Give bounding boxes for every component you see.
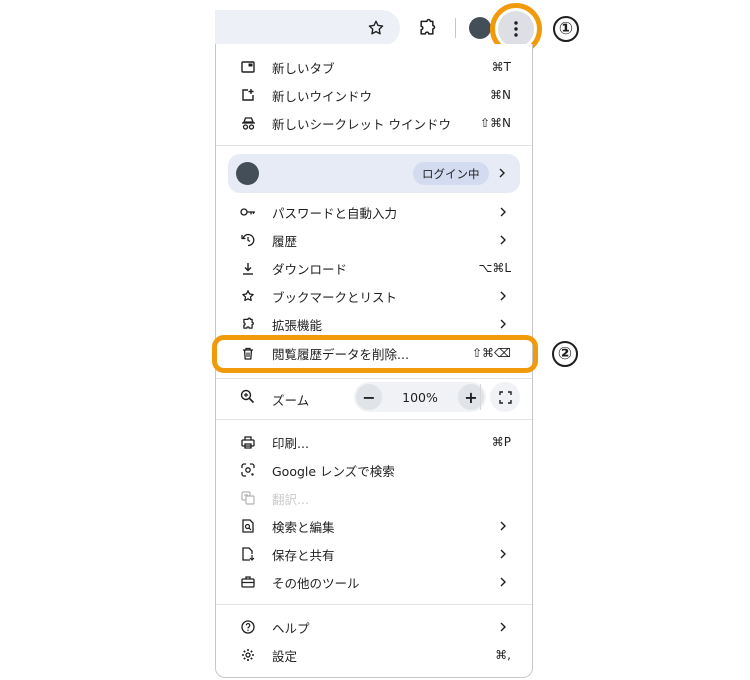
- help-icon: [240, 619, 256, 635]
- translate-label: 翻訳...: [272, 491, 309, 507]
- chevron-right-icon: [499, 235, 509, 245]
- chevron-right-icon: [499, 291, 509, 301]
- menu-item-bookmarks[interactable]: ブックマークとリスト: [215, 282, 533, 310]
- new-window-label: 新しいウインドウ: [272, 88, 373, 104]
- new-window-icon: [240, 87, 256, 103]
- zoom-row: ズーム − 100% +: [215, 380, 533, 414]
- lens-label: Google レンズで検索: [272, 463, 395, 479]
- menu-item-google-lens[interactable]: Google レンズで検索: [215, 456, 533, 484]
- zoom-icon: [240, 389, 256, 405]
- new-window-shortcut: ⌘N: [490, 88, 511, 102]
- chevron-right-icon: [499, 319, 509, 329]
- save-share-icon: [240, 546, 256, 562]
- menu-item-settings[interactable]: 設定 ⌘,: [215, 641, 533, 669]
- download-icon: [240, 260, 256, 276]
- profile-row[interactable]: ログイン中: [228, 154, 520, 193]
- history-icon: [240, 232, 256, 248]
- save-share-label: 保存と共有: [272, 547, 335, 563]
- incognito-icon: [240, 115, 256, 131]
- menu-divider: [216, 604, 532, 605]
- new-tab-shortcut: ⌘T: [491, 60, 511, 74]
- fullscreen-button[interactable]: [490, 382, 520, 412]
- history-label: 履歴: [272, 233, 298, 249]
- toolbox-icon: [240, 574, 256, 590]
- menu-item-extensions[interactable]: 拡張機能: [215, 310, 533, 338]
- menu-divider: [216, 419, 532, 420]
- incognito-label: 新しいシークレット ウインドウ: [272, 116, 451, 132]
- lens-icon: [240, 462, 256, 478]
- callout-highlight-2: [212, 335, 538, 373]
- help-label: ヘルプ: [272, 620, 310, 636]
- menu-item-incognito[interactable]: 新しいシークレット ウインドウ ⇧⌘N: [215, 109, 533, 137]
- print-label: 印刷...: [272, 435, 309, 451]
- bookmark-star-icon[interactable]: [366, 18, 386, 38]
- star-icon: [240, 288, 256, 304]
- chevron-right-icon: [499, 622, 509, 632]
- fullscreen-icon: [498, 390, 512, 404]
- extensions-icon[interactable]: [416, 17, 438, 39]
- bookmarks-label: ブックマークとリスト: [272, 289, 398, 305]
- settings-shortcut: ⌘,: [495, 648, 511, 662]
- callout-number-2: ②: [552, 341, 578, 367]
- new-tab-label: 新しいタブ: [272, 60, 335, 76]
- downloads-shortcut: ⌥⌘L: [478, 261, 511, 275]
- menu-item-help[interactable]: ヘルプ: [215, 613, 533, 641]
- more-tools-label: その他のツール: [272, 575, 360, 591]
- find-edit-label: 検索と編集: [272, 519, 335, 535]
- incognito-shortcut: ⇧⌘N: [479, 116, 511, 130]
- menu-item-more-tools[interactable]: その他のツール: [215, 568, 533, 596]
- key-icon: [240, 204, 256, 220]
- downloads-label: ダウンロード: [272, 261, 348, 277]
- zoom-divider: [480, 384, 481, 410]
- menu-item-print[interactable]: 印刷... ⌘P: [215, 428, 533, 456]
- settings-label: 設定: [272, 648, 298, 664]
- callout-number-1: ①: [553, 16, 579, 42]
- passwords-label: パスワードと自動入力: [272, 205, 398, 221]
- menu-item-history[interactable]: 履歴: [215, 226, 533, 254]
- chevron-right-icon: [499, 577, 509, 587]
- chevron-right-icon: [499, 549, 509, 559]
- menu-item-passwords[interactable]: パスワードと自動入力: [215, 198, 533, 226]
- profile-avatar[interactable]: [469, 17, 491, 39]
- new-tab-icon: [240, 59, 256, 75]
- menu-item-save-share[interactable]: 保存と共有: [215, 540, 533, 568]
- chevron-right-icon: [499, 521, 509, 531]
- translate-icon: [240, 490, 256, 506]
- menu-item-new-window[interactable]: 新しいウインドウ ⌘N: [215, 81, 533, 109]
- chevron-right-icon: [498, 168, 508, 178]
- menu-item-translate: 翻訳...: [215, 484, 533, 512]
- find-in-page-icon: [240, 518, 256, 534]
- extensions-label: 拡張機能: [272, 317, 323, 333]
- profile-avatar-large: [236, 162, 259, 185]
- menu-item-find-edit[interactable]: 検索と編集: [215, 512, 533, 540]
- menu-divider: [216, 145, 532, 146]
- chevron-right-icon: [499, 207, 509, 217]
- toolbar-divider: [455, 18, 456, 38]
- puzzle-icon: [240, 316, 256, 332]
- menu-divider: [216, 378, 532, 379]
- zoom-control: − 100% +: [354, 382, 486, 412]
- zoom-label: ズーム: [272, 393, 310, 408]
- menu-item-downloads[interactable]: ダウンロード ⌥⌘L: [215, 254, 533, 282]
- print-icon: [240, 434, 256, 450]
- gear-icon: [240, 647, 256, 663]
- signed-in-badge: ログイン中: [413, 162, 489, 185]
- menu-item-new-tab[interactable]: 新しいタブ ⌘T: [215, 53, 533, 81]
- print-shortcut: ⌘P: [491, 435, 511, 449]
